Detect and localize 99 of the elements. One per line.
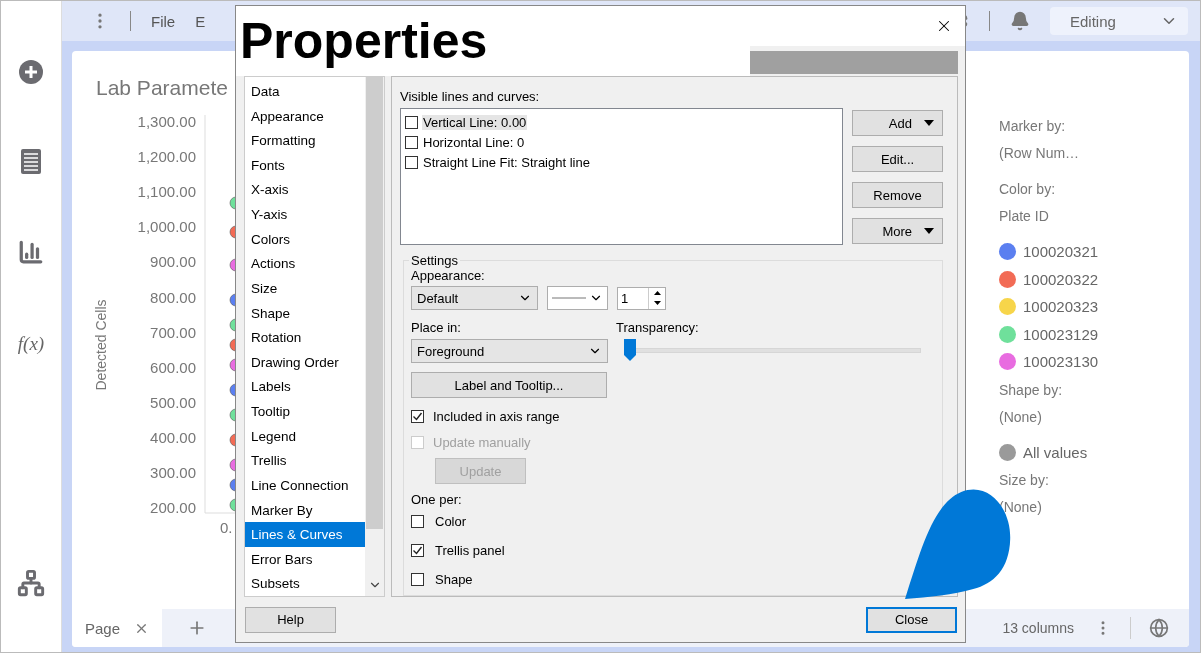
dialog-title: Properties — [240, 12, 488, 71]
globe-icon[interactable] — [1149, 618, 1169, 638]
axis-tick-label: 600.00 — [150, 358, 196, 376]
option-label[interactable]: Shape — [434, 571, 474, 587]
category-item[interactable]: Tooltip — [245, 399, 365, 424]
category-item[interactable]: Fonts — [245, 153, 365, 178]
category-item[interactable]: Shape — [245, 300, 365, 326]
up-arrow-icon[interactable] — [653, 290, 661, 295]
checkbox[interactable] — [411, 514, 424, 528]
field-label: Transparency: — [616, 320, 699, 336]
option-label[interactable]: Included in axis range — [432, 408, 561, 424]
close-button[interactable]: Close — [866, 606, 957, 633]
axis-tick-label: 500.00 — [150, 393, 196, 411]
axis-tick-label: 1,200.00 — [137, 148, 196, 166]
legend-heading: Size by: — [999, 472, 1049, 488]
category-item[interactable]: Rotation — [245, 325, 365, 351]
axis-tick-label: 800.00 — [150, 288, 196, 306]
chart-title: Lab Paramete — [96, 76, 228, 100]
appearance-select[interactable]: Default — [411, 286, 538, 311]
legend-label: 100023129 — [1023, 325, 1099, 343]
menu-item[interactable]: File — [151, 12, 176, 30]
dialog-button[interactable]: Remove — [852, 182, 943, 209]
category-item[interactable]: Line Connection — [245, 473, 365, 498]
bell-icon[interactable] — [1010, 11, 1030, 31]
legend-value[interactable]: (Row Num… — [999, 145, 1080, 161]
checkbox[interactable] — [411, 572, 424, 586]
caret-icon — [924, 228, 934, 235]
function-label[interactable]: f(x) — [17, 333, 45, 569]
category-item[interactable]: Y-axis — [245, 202, 365, 227]
axis-tick-label: 0. — [220, 519, 233, 536]
category-item[interactable]: Trellis — [245, 448, 365, 474]
bar-chart-icon[interactable] — [18, 239, 44, 265]
axis-tick-label: 1,300.00 — [137, 113, 196, 130]
legend-label: All values — [1023, 443, 1088, 461]
checkbox[interactable] — [405, 135, 418, 149]
legend-label: 100023130 — [1023, 353, 1099, 371]
field-label: Appearance: — [411, 268, 485, 284]
legend-label: 100020323 — [1023, 298, 1099, 316]
field-label: Place in: — [411, 320, 461, 336]
width-spinner[interactable]: 1 — [617, 286, 666, 310]
axis-tick-label: 300.00 — [150, 464, 196, 481]
axis-tick-label: 200.00 — [150, 499, 196, 517]
place-in-select[interactable]: Foreground — [411, 339, 608, 364]
checkbox[interactable] — [405, 115, 418, 129]
category-item[interactable]: Subsets — [245, 571, 365, 597]
legend-heading: Shape by: — [999, 381, 1063, 398]
axis-tick-label: 1,100.00 — [137, 183, 196, 201]
hierarchy-icon[interactable] — [17, 569, 45, 597]
axis-tick-label: 700.00 — [150, 323, 196, 341]
legend-heading: Marker by: — [999, 118, 1066, 134]
page-tab[interactable]: Page — [72, 609, 162, 647]
category-item[interactable]: Actions — [245, 251, 365, 277]
menu-item[interactable]: E — [195, 12, 206, 30]
down-arrow-icon[interactable] — [653, 301, 661, 306]
caret-icon — [924, 120, 934, 127]
dialog-button[interactable]: Add — [852, 110, 943, 137]
legend-label: 100020321 — [1023, 243, 1099, 261]
document-icon[interactable] — [21, 149, 41, 174]
axis-title: Detected Cells — [93, 299, 109, 391]
checkbox[interactable] — [411, 409, 424, 423]
legend-value[interactable]: Plate ID — [999, 208, 1049, 224]
category-item[interactable]: Error Bars — [245, 547, 365, 572]
category-item[interactable]: Lines & Curves — [245, 522, 365, 548]
label-tooltip-button[interactable]: Label and Tooltip... — [411, 372, 607, 399]
axis-tick-label: 400.00 — [150, 428, 196, 446]
category-item[interactable]: Labels — [245, 374, 365, 400]
axis-tick-label: 1,000.00 — [137, 218, 196, 236]
checkbox[interactable] — [411, 543, 424, 557]
category-item[interactable]: X-axis — [245, 177, 365, 203]
legend-value[interactable]: (None) — [999, 408, 1042, 425]
option-label[interactable]: Color — [434, 513, 468, 529]
category-item[interactable]: Appearance — [245, 103, 365, 129]
axis-tick-label: 900.00 — [150, 253, 196, 271]
legend-label: 100020322 — [1023, 270, 1099, 288]
category-item[interactable]: Colors — [245, 226, 365, 252]
slider-thumb[interactable] — [624, 339, 636, 362]
group-title: Settings — [410, 253, 459, 269]
category-item[interactable]: Data — [245, 79, 365, 104]
field-label: One per: — [411, 492, 462, 508]
line-label[interactable]: Vertical Line: 0.00 — [422, 114, 528, 130]
dialog-button[interactable]: Edit... — [852, 146, 943, 173]
option-label[interactable]: Trellis panel — [434, 542, 506, 558]
category-item[interactable]: Size — [245, 276, 365, 301]
help-button[interactable]: Help — [245, 606, 336, 633]
dialog-button[interactable]: More — [852, 218, 943, 245]
line-label[interactable]: Horizontal Line: 0 — [422, 134, 526, 150]
add-icon[interactable] — [18, 59, 44, 85]
category-item[interactable]: Drawing Order — [245, 350, 365, 375]
category-item[interactable]: Marker By — [245, 497, 365, 523]
line-label[interactable]: Straight Line Fit: Straight line — [422, 154, 591, 170]
line-sample-icon — [552, 297, 586, 300]
checkbox[interactable] — [405, 155, 418, 169]
category-item[interactable]: Formatting — [245, 128, 365, 154]
column-count: 13 columns — [1002, 620, 1074, 636]
mode-dropdown[interactable]: Editing — [1050, 7, 1188, 35]
transparency-slider[interactable] — [624, 339, 921, 362]
field-label: Visible lines and curves: — [400, 89, 541, 105]
category-item[interactable]: Legend — [245, 423, 365, 449]
legend-heading: Color by: — [999, 181, 1056, 197]
